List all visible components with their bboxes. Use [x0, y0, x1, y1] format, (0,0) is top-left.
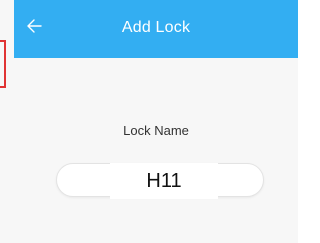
lock-name-label: Lock Name	[123, 123, 189, 138]
app-bar: Add Lock	[14, 0, 298, 58]
add-lock-screen: Add Lock Lock Name H11	[0, 0, 298, 243]
lock-name-value[interactable]: H11	[110, 163, 218, 199]
red-highlight-mark	[0, 40, 6, 88]
page-title: Add Lock	[121, 19, 191, 36]
